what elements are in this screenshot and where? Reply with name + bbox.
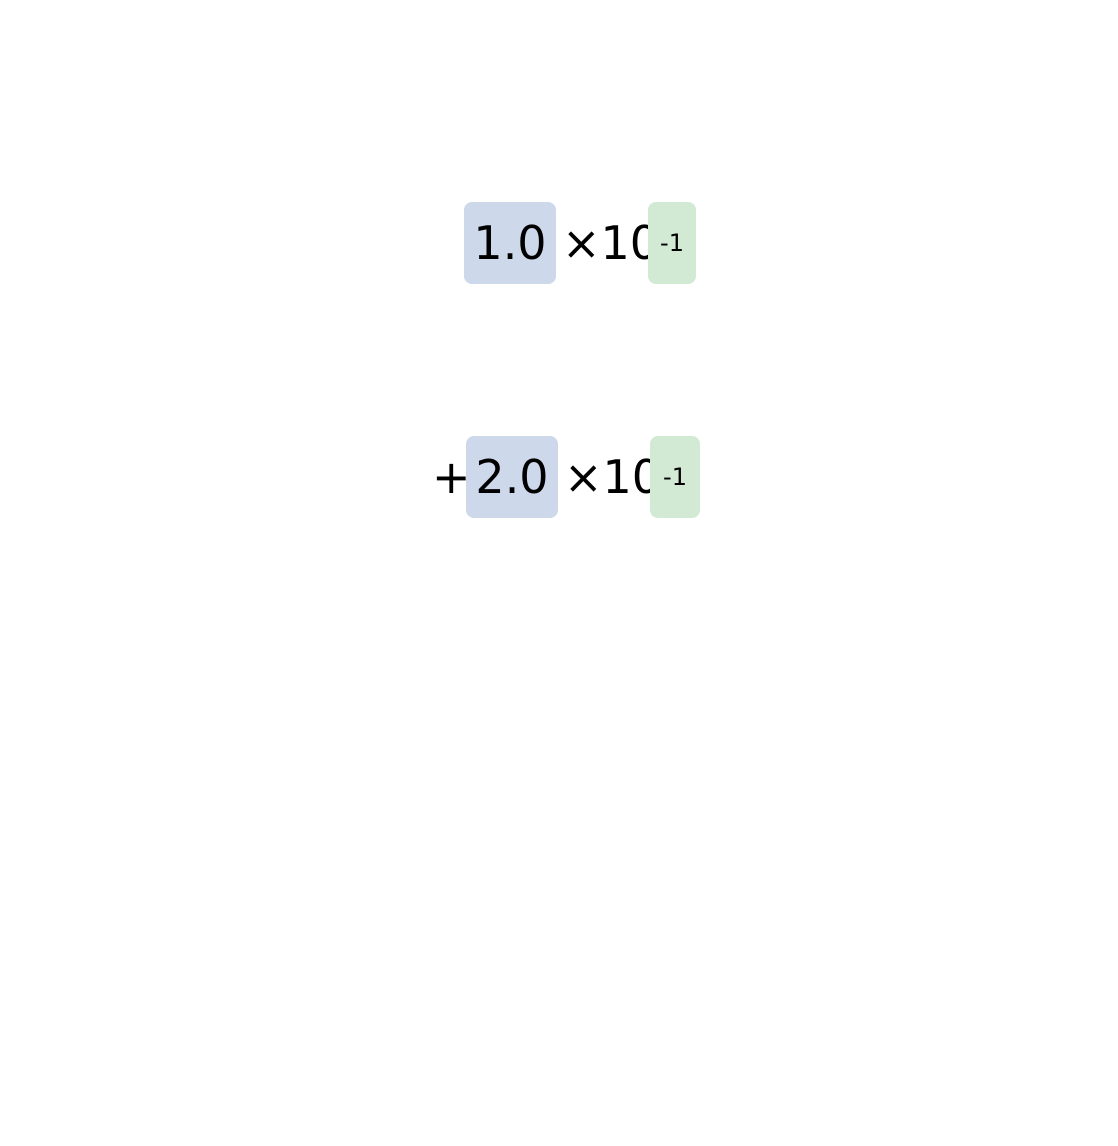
exponent-box: -1 (650, 436, 700, 518)
times-ten-label: ×10 (564, 450, 662, 504)
mantissa-box: 1.0 (464, 202, 556, 284)
plus-operator: + (432, 450, 471, 504)
times-ten-label: ×10 (562, 216, 660, 270)
exponent-box: -1 (648, 202, 696, 284)
mantissa-value: 2.0 (475, 450, 549, 504)
mantissa-box: 2.0 (466, 436, 558, 518)
exponent-value: -1 (660, 229, 684, 257)
mantissa-value: 1.0 (473, 216, 547, 270)
exponent-value: -1 (663, 463, 687, 491)
